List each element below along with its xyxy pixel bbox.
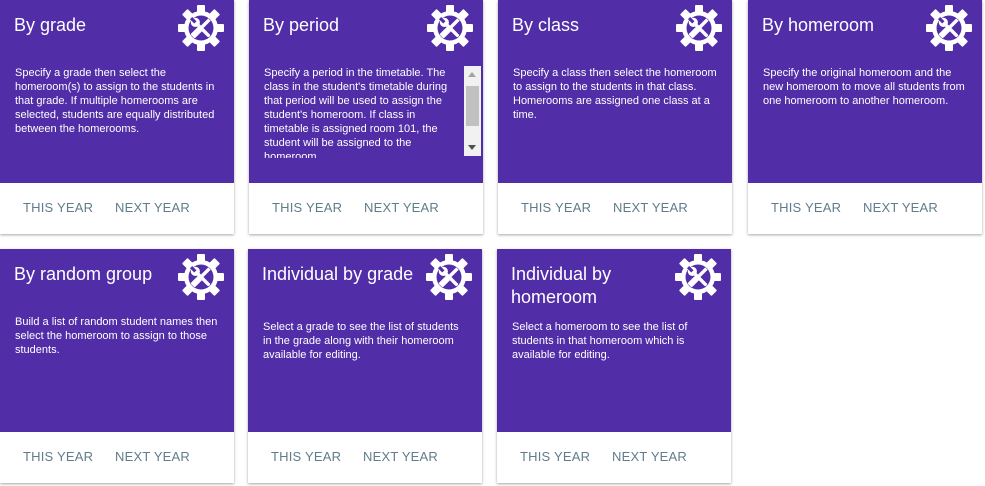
card-title: By homeroom — [762, 15, 875, 35]
settings-tools-icon — [178, 5, 224, 51]
card-header: By class Specify a class then select the… — [498, 0, 732, 183]
card-description: Build a list of random student names the… — [15, 316, 218, 356]
next-year-button[interactable]: NEXT YEAR — [363, 449, 438, 464]
next-year-button[interactable]: NEXT YEAR — [863, 200, 938, 215]
card-description: Specify a class then select the homeroom… — [513, 67, 717, 121]
card-actions: THIS YEAR NEXT YEAR — [248, 432, 482, 483]
this-year-button[interactable]: THIS YEAR — [521, 200, 591, 215]
card-title: By grade — [14, 15, 87, 35]
settings-tools-icon — [676, 5, 722, 51]
card-header: Individual by homeroom Select a homeroom… — [497, 249, 731, 432]
card-title: By period — [263, 15, 340, 35]
description-scrollbar[interactable] — [464, 66, 481, 156]
next-year-button[interactable]: NEXT YEAR — [115, 449, 190, 464]
card-by-grade: By grade Specify a grade then select the… — [0, 0, 234, 234]
this-year-button[interactable]: THIS YEAR — [23, 200, 93, 215]
card-by-period: By period Specify a period in the timeta… — [249, 0, 483, 234]
card-title: By random group — [14, 264, 153, 284]
card-by-homeroom: By homeroom Specify the original homeroo… — [748, 0, 982, 234]
settings-tools-icon — [178, 254, 224, 300]
next-year-button[interactable]: NEXT YEAR — [613, 200, 688, 215]
this-year-button[interactable]: THIS YEAR — [272, 200, 342, 215]
card-title: By class — [512, 15, 580, 35]
settings-tools-icon — [675, 254, 721, 300]
this-year-button[interactable]: THIS YEAR — [520, 449, 590, 464]
card-actions: THIS YEAR NEXT YEAR — [0, 183, 234, 234]
card-description: Specify the original homeroom and the ne… — [763, 67, 965, 107]
settings-tools-icon — [926, 5, 972, 51]
card-title: Individual by homeroom — [511, 264, 612, 307]
card-actions: THIS YEAR NEXT YEAR — [0, 432, 234, 483]
card-actions: THIS YEAR NEXT YEAR — [748, 183, 982, 234]
card-description: Specify a grade then select the homeroom… — [15, 67, 215, 135]
card-header: By period Specify a period in the timeta… — [249, 0, 483, 183]
card-header: Individual by grade Select a grade to se… — [248, 249, 482, 432]
this-year-button[interactable]: THIS YEAR — [771, 200, 841, 215]
next-year-button[interactable]: NEXT YEAR — [115, 200, 190, 215]
next-year-button[interactable]: NEXT YEAR — [364, 200, 439, 215]
card-individual-by-homeroom: Individual by homeroom Select a homeroom… — [497, 249, 731, 483]
card-individual-by-grade: Individual by grade Select a grade to se… — [248, 249, 482, 483]
card-by-random-group: By random group Build a list of random s… — [0, 249, 234, 483]
scroll-down-arrow-icon[interactable] — [468, 145, 476, 150]
this-year-button[interactable]: THIS YEAR — [271, 449, 341, 464]
card-description: Specify a period in the timetable. The c… — [264, 67, 448, 158]
card-by-class: By class Specify a class then select the… — [498, 0, 732, 234]
card-header: By grade Specify a grade then select the… — [0, 0, 234, 183]
settings-tools-icon — [427, 5, 473, 51]
card-title: Individual by grade — [262, 264, 414, 284]
card-actions: THIS YEAR NEXT YEAR — [497, 432, 731, 483]
card-description: Select a grade to see the list of studen… — [263, 321, 459, 361]
this-year-button[interactable]: THIS YEAR — [23, 449, 93, 464]
settings-tools-icon — [426, 254, 472, 300]
card-actions: THIS YEAR NEXT YEAR — [498, 183, 732, 234]
scrollbar-thumb[interactable] — [466, 86, 479, 126]
card-header: By homeroom Specify the original homeroo… — [748, 0, 982, 183]
card-actions: THIS YEAR NEXT YEAR — [249, 183, 483, 234]
scroll-up-arrow-icon[interactable] — [468, 72, 476, 77]
card-header: By random group Build a list of random s… — [0, 249, 234, 432]
next-year-button[interactable]: NEXT YEAR — [612, 449, 687, 464]
card-description: Select a homeroom to see the list of stu… — [512, 321, 688, 361]
